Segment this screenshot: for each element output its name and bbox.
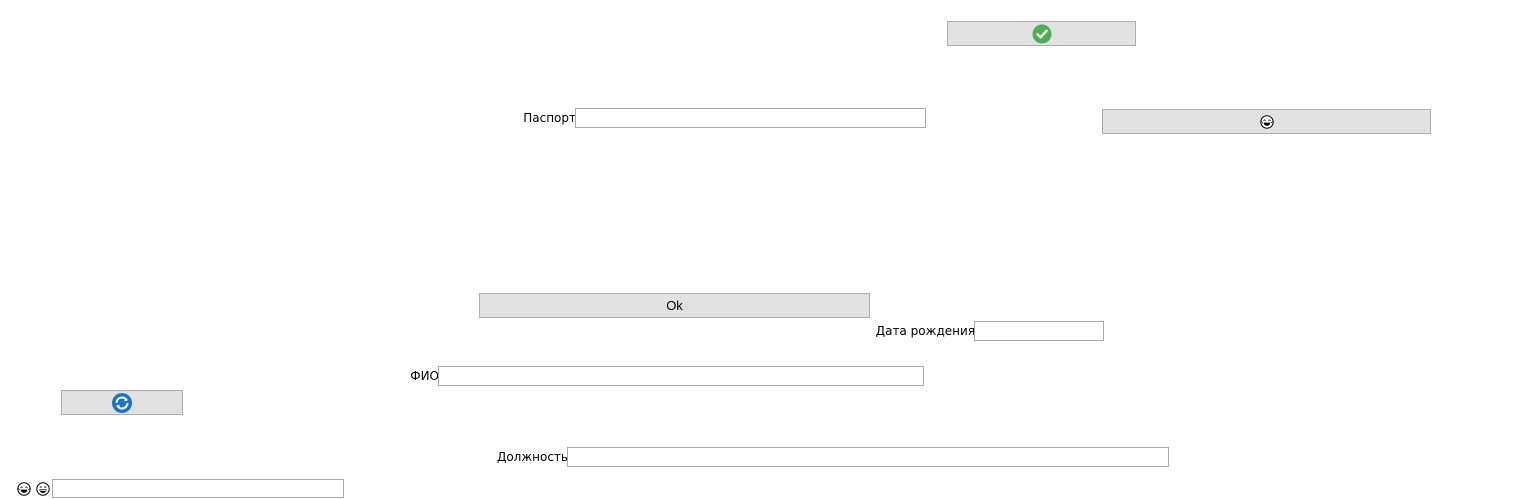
check-circle-icon: [1032, 24, 1052, 44]
laughing-face-icon: [1259, 114, 1274, 129]
laughing-face-icon: [17, 482, 31, 496]
bottom-input[interactable]: [52, 479, 344, 498]
emoji-button[interactable]: [1102, 109, 1431, 134]
position-input[interactable]: [567, 447, 1169, 467]
refresh-button[interactable]: [61, 390, 183, 415]
grinning-face-icon: [36, 482, 50, 496]
full-name-label: ФИО: [410, 369, 439, 383]
refresh-icon: [111, 392, 133, 414]
confirm-button[interactable]: [947, 21, 1136, 46]
birth-date-label: Дата рождения: [875, 324, 975, 338]
ok-button-label: Ok: [666, 298, 683, 313]
ok-button[interactable]: Ok: [479, 293, 870, 318]
position-label: Должность: [496, 450, 568, 464]
passport-input[interactable]: [575, 108, 926, 128]
full-name-input[interactable]: [438, 366, 924, 386]
birth-date-input[interactable]: [974, 321, 1104, 341]
passport-label: Паспорт: [523, 111, 576, 125]
form-window: Паспорт Ok Дата рождения ФИО Должность: [0, 0, 1519, 499]
